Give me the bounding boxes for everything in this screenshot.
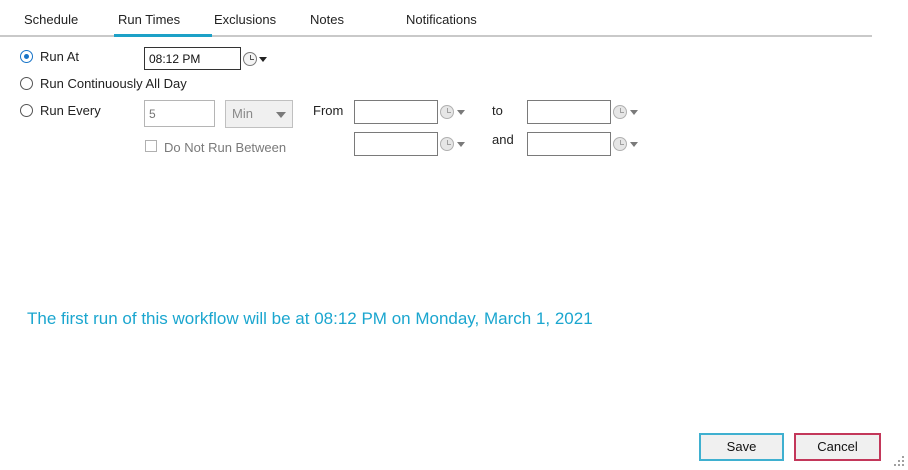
run-every-radio[interactable] <box>20 104 33 117</box>
clock-icon[interactable] <box>613 137 627 151</box>
chevron-down-icon <box>276 112 286 118</box>
chevron-down-icon[interactable] <box>630 110 638 115</box>
chevron-down-icon[interactable] <box>259 57 267 62</box>
from-time-input[interactable] <box>354 100 438 124</box>
run-every-label: Run Every <box>40 103 101 118</box>
do-not-run-between-label: Do Not Run Between <box>164 140 287 155</box>
and-label: and <box>492 132 514 147</box>
clock-icon[interactable] <box>613 105 627 119</box>
clock-icon[interactable] <box>440 137 454 151</box>
tab-notes[interactable]: Notes <box>310 12 344 27</box>
to-label: to <box>492 103 503 118</box>
chevron-down-icon[interactable] <box>630 142 638 147</box>
tab-bar: Schedule Run Times Exclusions Notes Noti… <box>0 0 872 37</box>
tab-run-times[interactable]: Run Times <box>118 12 180 27</box>
from-label: From <box>313 103 344 118</box>
chevron-down-icon[interactable] <box>457 110 465 115</box>
resize-grip-icon[interactable] <box>894 456 904 466</box>
tab-schedule[interactable]: Schedule <box>24 12 78 27</box>
run-at-radio[interactable] <box>20 50 33 63</box>
run-at-time-input[interactable] <box>144 47 241 70</box>
chevron-down-icon[interactable] <box>457 142 465 147</box>
clock-icon[interactable] <box>440 105 454 119</box>
tab-exclusions[interactable]: Exclusions <box>214 12 276 27</box>
run-continuously-radio[interactable] <box>20 77 33 90</box>
between-start-time-input[interactable] <box>354 132 438 156</box>
run-at-label: Run At <box>40 49 80 64</box>
first-run-info-text: The first run of this workflow will be a… <box>27 309 593 328</box>
run-every-interval-input[interactable] <box>144 100 215 127</box>
between-end-time-input[interactable] <box>527 132 611 156</box>
active-tab-indicator <box>114 34 212 37</box>
do-not-run-between-checkbox[interactable] <box>145 140 157 152</box>
to-time-input[interactable] <box>527 100 611 124</box>
clock-icon[interactable] <box>243 52 257 66</box>
run-every-unit-select[interactable]: Min <box>225 100 293 128</box>
cancel-button[interactable]: Cancel <box>794 433 881 461</box>
tab-notifications[interactable]: Notifications <box>406 12 477 27</box>
run-every-unit-value: Min <box>232 106 253 121</box>
run-continuously-label: Run Continuously All Day <box>40 76 187 91</box>
save-button[interactable]: Save <box>699 433 784 461</box>
